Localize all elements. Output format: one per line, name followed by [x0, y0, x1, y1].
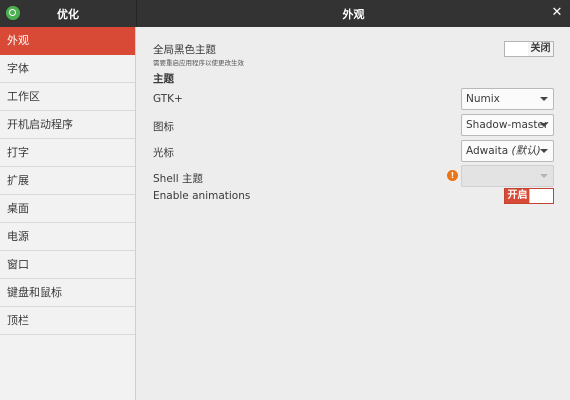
close-icon[interactable]: ✕	[550, 6, 564, 20]
toggle-state-text: 关闭	[528, 42, 553, 56]
gtk-theme-value: Numix	[466, 93, 500, 105]
global-dark-theme-sublabel: 需要重启应用程序以使更改生效	[153, 59, 244, 67]
icon-theme-label: 图标	[153, 121, 174, 133]
sidebar-item-windows[interactable]: 窗口	[0, 251, 135, 279]
toggle-state-text: 开启	[505, 189, 530, 203]
app-title: 优化	[57, 8, 79, 21]
warning-icon: !	[447, 170, 458, 181]
settings-panel: 全局黑色主题 需要重启应用程序以使更改生效 关闭 主题 GTK+ Numix 图…	[137, 27, 570, 400]
sidebar-item-appearance[interactable]: 外观	[0, 27, 135, 55]
enable-animations-toggle[interactable]: 开启	[504, 188, 554, 204]
window-title: 外观	[342, 8, 365, 21]
global-dark-theme-toggle[interactable]: 关闭	[504, 41, 554, 57]
toggle-knob	[529, 189, 553, 203]
sidebar-item-keyboard-mouse[interactable]: 键盘和鼠标	[0, 279, 135, 307]
gtk-theme-label: GTK+	[153, 93, 183, 105]
global-dark-theme-label: 全局黑色主题	[153, 44, 216, 56]
cursor-theme-value: Adwaita	[466, 145, 509, 157]
icon-theme-select[interactable]: Shadow-master	[461, 114, 554, 136]
shell-theme-select[interactable]	[461, 165, 554, 187]
gtk-theme-select[interactable]: Numix	[461, 88, 554, 110]
toggle-knob	[505, 42, 529, 56]
enable-animations-label: Enable animations	[153, 190, 251, 202]
chevron-down-icon	[540, 174, 548, 178]
sidebar: 外观 字体 工作区 开机启动程序 打字 扩展 桌面 电源 窗口 键盘和鼠标 顶栏	[0, 27, 136, 400]
chevron-down-icon	[540, 123, 548, 127]
cursor-theme-default-note: (默认)	[511, 145, 541, 157]
shell-theme-label: Shell 主题	[153, 173, 203, 185]
icon-theme-value: Shadow-master	[466, 119, 549, 131]
sidebar-item-fonts[interactable]: 字体	[0, 55, 135, 83]
sidebar-item-top-bar[interactable]: 顶栏	[0, 307, 135, 335]
sidebar-item-startup-apps[interactable]: 开机启动程序	[0, 111, 135, 139]
chevron-down-icon	[540, 97, 548, 101]
title-bar: 优化 外观 ✕	[0, 0, 570, 27]
cursor-theme-label: 光标	[153, 147, 174, 159]
chevron-down-icon	[540, 149, 548, 153]
sidebar-item-typing[interactable]: 打字	[0, 139, 135, 167]
themes-section-title: 主题	[153, 73, 174, 85]
sidebar-item-extensions[interactable]: 扩展	[0, 167, 135, 195]
sidebar-item-power[interactable]: 电源	[0, 223, 135, 251]
cursor-theme-select[interactable]: Adwaita (默认)	[461, 140, 554, 162]
sidebar-item-desktop[interactable]: 桌面	[0, 195, 135, 223]
sidebar-item-workspaces[interactable]: 工作区	[0, 83, 135, 111]
